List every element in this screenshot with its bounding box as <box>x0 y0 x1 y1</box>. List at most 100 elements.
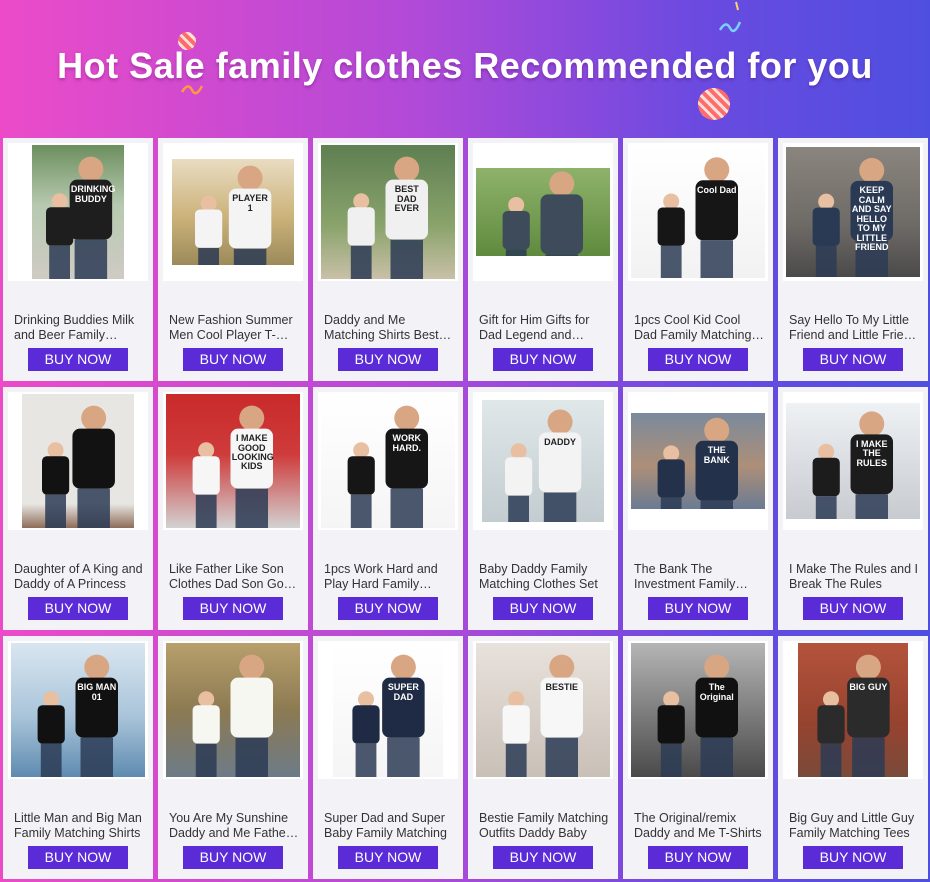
shirt-print-text: BEST DAD EVER <box>394 184 419 213</box>
buy-now-button[interactable]: BUY NOW <box>338 348 438 371</box>
product-photo[interactable]: The Original <box>631 643 765 777</box>
buy-now-button[interactable]: BUY NOW <box>183 348 283 371</box>
product-card[interactable]: Daughter of A King and Daddy of A Prince… <box>3 387 153 630</box>
product-card[interactable]: PLAYER 1 New Fashion Summer Men Cool Play… <box>158 138 308 381</box>
product-image-frame[interactable]: WORK HARD. <box>318 392 458 530</box>
product-card[interactable]: KEEP CALM AND SAY HELLO TO MY LITTLE FRI… <box>778 138 928 381</box>
shirt-print-text: I MAKE GOOD LOOKING KIDS <box>231 433 274 472</box>
product-photo[interactable]: I MAKE GOOD LOOKING KIDS <box>166 394 300 528</box>
product-title[interactable]: Drinking Buddies Milk and Beer Family Ma… <box>14 313 144 343</box>
product-title[interactable]: Little Man and Big Man Family Matching S… <box>14 811 144 841</box>
product-photo[interactable]: Cool Dad <box>631 146 765 278</box>
confetti-streamer-icon <box>716 0 744 36</box>
product-title[interactable]: Big Guy and Little Guy Family Matching T… <box>789 811 919 841</box>
product-card[interactable]: I MAKE GOOD LOOKING KIDS Like Father Like… <box>158 387 308 630</box>
product-photo[interactable]: KEEP CALM AND SAY HELLO TO MY LITTLE FRI… <box>786 147 920 277</box>
product-title[interactable]: Gift for Him Gifts for Dad Legend and Le… <box>479 313 609 343</box>
product-card[interactable]: SUPER DAD Super Dad and Super Baby Family… <box>313 636 463 879</box>
product-image-frame[interactable] <box>473 143 613 281</box>
product-photo[interactable]: WORK HARD. <box>321 394 455 528</box>
product-card[interactable]: DADDY Baby Daddy Family Matching Clothes … <box>468 387 618 630</box>
product-image-frame[interactable]: PLAYER 1 <box>163 143 303 281</box>
product-image-frame[interactable]: The Original <box>628 641 768 779</box>
product-photo[interactable]: PLAYER 1 <box>172 159 294 265</box>
product-image-frame[interactable]: BEST DAD EVER <box>318 143 458 281</box>
product-title[interactable]: 1pcs Work Hard and Play Hard Family Matc… <box>324 562 454 592</box>
product-image-frame[interactable]: THE BANK <box>628 392 768 530</box>
product-photo[interactable]: THE BANK <box>631 413 765 509</box>
buy-now-button[interactable]: BUY NOW <box>803 348 903 371</box>
product-card[interactable]: THE BANK The Bank The Investment Family M… <box>623 387 773 630</box>
product-card[interactable]: BEST DAD EVER Daddy and Me Matching Shirt… <box>313 138 463 381</box>
buy-now-button[interactable]: BUY NOW <box>648 846 748 869</box>
shirt-print-text: SUPER DAD <box>387 682 419 702</box>
product-image-frame[interactable]: SUPER DAD <box>318 641 458 779</box>
product-card[interactable]: WORK HARD. 1pcs Work Hard and Play Hard F… <box>313 387 463 630</box>
shirt-print-text: PLAYER 1 <box>232 193 268 213</box>
product-photo[interactable]: DRINKING BUDDY <box>32 145 124 279</box>
product-title[interactable]: I Make The Rules and I Break The Rules <box>789 562 919 592</box>
product-title[interactable]: Bestie Family Matching Outfits Daddy Bab… <box>479 811 609 841</box>
product-title[interactable]: The Bank The Investment Family Matching <box>634 562 764 592</box>
product-image-frame[interactable]: I MAKE GOOD LOOKING KIDS <box>163 392 303 530</box>
product-photo[interactable]: BEST DAD EVER <box>321 145 455 279</box>
shirt-print-text: BESTIE <box>545 682 578 693</box>
product-card[interactable]: You Are My Sunshine Daddy and Me Father … <box>158 636 308 879</box>
buy-now-button[interactable]: BUY NOW <box>493 846 593 869</box>
product-title[interactable]: The Original/remix Daddy and Me T-Shirts <box>634 811 764 841</box>
product-title[interactable]: 1pcs Cool Kid Cool Dad Family Matching T… <box>634 313 764 343</box>
confetti-ball-icon <box>698 88 730 120</box>
shirt-print-text: KEEP CALM AND SAY HELLO TO MY LITTLE FRI… <box>851 185 892 253</box>
product-title[interactable]: Daughter of A King and Daddy of A Prince… <box>14 562 144 592</box>
product-card[interactable]: Gift for Him Gifts for Dad Legend and Le… <box>468 138 618 381</box>
product-image-frame[interactable]: KEEP CALM AND SAY HELLO TO MY LITTLE FRI… <box>783 143 923 281</box>
buy-now-button[interactable]: BUY NOW <box>803 846 903 869</box>
product-card[interactable]: I MAKE THE RULES I Make The Rules and I B… <box>778 387 928 630</box>
buy-now-button[interactable]: BUY NOW <box>493 597 593 620</box>
product-card[interactable]: Cool Dad 1pcs Cool Kid Cool Dad Family Ma… <box>623 138 773 381</box>
product-title[interactable]: Super Dad and Super Baby Family Matching <box>324 811 454 841</box>
buy-now-button[interactable]: BUY NOW <box>803 597 903 620</box>
buy-now-button[interactable]: BUY NOW <box>338 597 438 620</box>
product-photo[interactable]: DADDY <box>482 400 604 522</box>
product-photo[interactable]: BESTIE <box>476 643 610 777</box>
product-card[interactable]: The Original The Original/remix Daddy and… <box>623 636 773 879</box>
product-image-frame[interactable]: BIG GUY <box>783 641 923 779</box>
buy-now-button[interactable]: BUY NOW <box>183 597 283 620</box>
product-title[interactable]: Like Father Like Son Clothes Dad Son Goo… <box>169 562 299 592</box>
product-image-frame[interactable]: BESTIE <box>473 641 613 779</box>
buy-now-button[interactable]: BUY NOW <box>338 846 438 869</box>
product-card[interactable]: DRINKING BUDDY Drinking Buddies Milk and … <box>3 138 153 381</box>
product-title[interactable]: You Are My Sunshine Daddy and Me Father … <box>169 811 299 841</box>
product-title[interactable]: Daddy and Me Matching Shirts Best Dad Ev… <box>324 313 454 343</box>
product-card[interactable]: BIG GUY Big Guy and Little Guy Family Mat… <box>778 636 928 879</box>
buy-now-button[interactable]: BUY NOW <box>648 597 748 620</box>
product-photo[interactable] <box>166 643 300 777</box>
product-title[interactable]: New Fashion Summer Men Cool Player T-Shi… <box>169 313 299 343</box>
buy-now-button[interactable]: BUY NOW <box>648 348 748 371</box>
shirt-print-text: BIG MAN 01 <box>77 682 117 702</box>
product-title[interactable]: Say Hello To My Little Friend and Little… <box>789 313 919 343</box>
product-photo[interactable]: BIG GUY <box>798 643 908 777</box>
product-photo[interactable]: SUPER DAD <box>333 643 443 777</box>
buy-now-button[interactable]: BUY NOW <box>28 846 128 869</box>
buy-now-button[interactable]: BUY NOW <box>493 348 593 371</box>
product-image-frame[interactable] <box>163 641 303 779</box>
product-card[interactable]: BIG MAN 01 Little Man and Big Man Family … <box>3 636 153 879</box>
product-card[interactable]: BESTIE Bestie Family Matching Outfits Dad… <box>468 636 618 879</box>
product-image-frame[interactable]: DRINKING BUDDY <box>8 143 148 281</box>
buy-now-button[interactable]: BUY NOW <box>28 348 128 371</box>
product-photo[interactable] <box>22 394 134 528</box>
product-image-frame[interactable] <box>8 392 148 530</box>
product-image-frame[interactable]: Cool Dad <box>628 143 768 281</box>
product-photo[interactable]: BIG MAN 01 <box>11 643 145 777</box>
shirt-print-text: DADDY <box>544 436 577 447</box>
product-image-frame[interactable]: DADDY <box>473 392 613 530</box>
product-image-frame[interactable]: BIG MAN 01 <box>8 641 148 779</box>
product-title[interactable]: Baby Daddy Family Matching Clothes Set <box>479 562 609 592</box>
buy-now-button[interactable]: BUY NOW <box>183 846 283 869</box>
product-photo[interactable]: I MAKE THE RULES <box>786 403 920 519</box>
product-photo[interactable] <box>476 168 610 256</box>
buy-now-button[interactable]: BUY NOW <box>28 597 128 620</box>
product-image-frame[interactable]: I MAKE THE RULES <box>783 392 923 530</box>
